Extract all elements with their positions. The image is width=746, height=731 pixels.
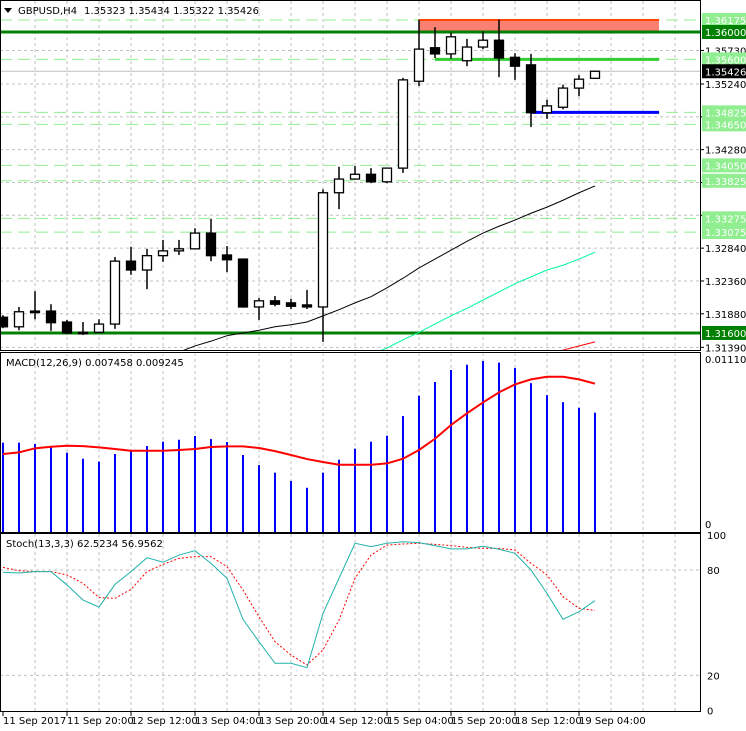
stoch-title: Stoch(13,3,3) 62.5234 56.9562: [6, 539, 163, 550]
price-axis-label: 1.32360: [705, 277, 746, 288]
candle-body: [461, 46, 473, 62]
candle-body: [1, 316, 9, 328]
price-axis-label: 1.32840: [705, 244, 746, 255]
candle-body: [541, 105, 553, 114]
price-axis-label: 1.35240: [705, 80, 746, 91]
time-axis-label: 19 Sep 04:00: [579, 716, 646, 727]
time-axis-label: 13 Sep 20:00: [259, 716, 326, 727]
stoch-axis-label: 80: [707, 566, 720, 577]
ohlc-header: 1.35323 1.35434 1.35322 1.35426: [84, 6, 259, 17]
time-axis-label: 18 Sep 12:00: [515, 716, 582, 727]
candle-body: [141, 255, 153, 271]
level-price-label: 1.36000: [705, 28, 746, 39]
candle-body: [205, 232, 217, 257]
candle-body: [221, 254, 233, 261]
candle-body: [525, 64, 537, 114]
candle-body: [509, 56, 521, 67]
time-axis-label: 15 Sep 04:00: [387, 716, 454, 727]
candle-body: [589, 70, 601, 79]
candle[interactable]: [61, 319, 73, 335]
candle-body: [157, 250, 169, 257]
candle-body: [109, 260, 121, 325]
candle-body: [397, 79, 409, 169]
candle-body: [29, 310, 41, 314]
candle-body: [365, 173, 377, 183]
candle-body: [349, 173, 361, 180]
price-axis-label: 1.31880: [705, 310, 746, 321]
level-price-label: 1.33075: [705, 228, 746, 239]
candle[interactable]: [557, 84, 569, 110]
candle-body: [445, 36, 457, 55]
level-price-label: 1.33275: [705, 214, 746, 225]
macd-axis-label-max: 0.011109: [705, 355, 746, 366]
stoch-axis-label: 100: [707, 531, 726, 542]
candle-body: [317, 192, 329, 308]
current-price-label: 1.35426: [705, 67, 746, 78]
candle-body: [573, 78, 585, 89]
candle-body: [45, 310, 57, 324]
candle-body: [477, 39, 489, 48]
candle[interactable]: [237, 258, 249, 308]
candle-body: [77, 331, 89, 335]
time-axis-label: 12 Sep 12:00: [131, 716, 198, 727]
candle-body: [13, 311, 25, 328]
candle-body: [237, 258, 249, 308]
candle-body: [269, 300, 281, 305]
macd-title: MACD(12,26,9) 0.007458 0.009245: [6, 358, 184, 369]
level-price-label: 1.31600: [705, 329, 746, 340]
level-price-label: 1.33825: [705, 177, 746, 188]
level-price-label: 1.34050: [705, 161, 746, 172]
candle-body: [429, 47, 441, 55]
candle[interactable]: [589, 70, 601, 79]
candle[interactable]: [381, 167, 393, 184]
price-axis-label: 1.31390: [705, 343, 746, 354]
candle-body: [125, 260, 137, 271]
candle-body: [93, 323, 105, 333]
symbol-label: GBPUSD,H4: [18, 6, 77, 17]
candle-body: [173, 248, 185, 252]
resistance-zone: [419, 20, 659, 32]
stoch-axis-label: 0: [707, 707, 713, 718]
candle-body: [253, 300, 265, 308]
trading-chart[interactable]: 1.357301.352401.342801.328401.323601.318…: [0, 0, 746, 731]
time-axis-label: 11 Sep 2017: [3, 716, 66, 727]
time-axis-label: 14 Sep 12:00: [323, 716, 390, 727]
time-axis-label: 11 Sep 20:00: [67, 716, 134, 727]
candle-body: [557, 87, 569, 108]
candle-body: [61, 321, 73, 334]
time-axis-label: 15 Sep 20:00: [451, 716, 518, 727]
candle[interactable]: [0, 315, 9, 329]
level-price-label: 1.34650: [705, 120, 746, 131]
candle-body: [381, 167, 393, 183]
candle[interactable]: [397, 77, 409, 173]
chart-header: GBPUSD,H4 1.35323 1.35434 1.35322 1.3542…: [4, 6, 259, 17]
candle-body: [285, 302, 297, 307]
candle-body: [413, 48, 425, 82]
stoch-axis-label: 20: [707, 671, 720, 682]
candle-body: [333, 178, 345, 194]
macd-axis-label-zero: 0: [705, 520, 711, 531]
candle-body: [493, 39, 505, 59]
price-axis-label: 1.34280: [705, 146, 746, 157]
candle-body: [189, 232, 201, 250]
candle-body: [301, 304, 313, 308]
candle[interactable]: [109, 257, 121, 329]
time-axis-label: 13 Sep 04:00: [195, 716, 262, 727]
